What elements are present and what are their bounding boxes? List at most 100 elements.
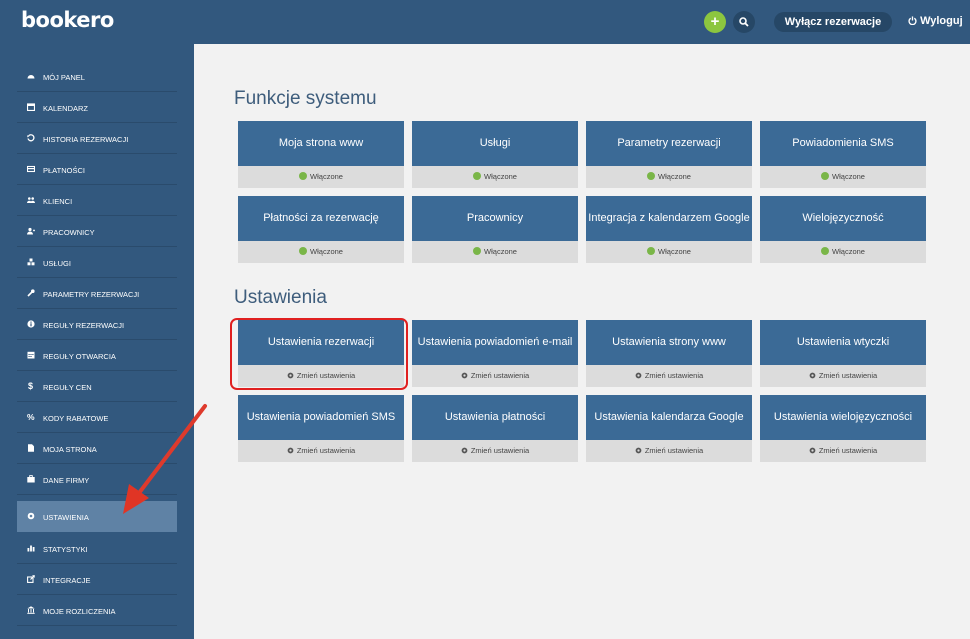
status-label: Włączone [658,172,691,181]
sidebar: Mój panel Kalendarz Historia rezerwacji … [0,44,194,639]
briefcase-icon [27,475,35,483]
settings-tile[interactable]: Ustawienia powiadomień SMS Zmień ustawie… [238,395,404,462]
sidebar-item-label: Statystyki [43,545,88,554]
tile-title: Ustawienia powiadomień e-mail [412,320,578,365]
highlight-box [230,318,408,390]
tile-title: Moja strona www [238,121,404,166]
sidebar-item-label: Integracje [43,576,91,585]
action-label: Zmień ustawienia [470,446,530,455]
sidebar-item-employees[interactable]: Pracownicy [17,216,177,247]
sidebar-item-label: Moja strona [43,445,97,454]
cubes-icon [27,258,35,266]
bar-chart-icon [27,545,35,552]
sidebar-item-label: Parametry rezerwacji [43,290,140,299]
sidebar-item-booking-history[interactable]: Historia rezerwacji [17,123,177,154]
tile-status: Włączone [760,241,926,263]
sidebar-item-opening-rules[interactable]: Reguły otwarcia [17,340,177,371]
sidebar-item-calendar[interactable]: Kalendarz [17,92,177,123]
calendar-icon [27,103,35,111]
status-label: Włączone [832,247,865,256]
function-tile[interactable]: Powiadomienia SMS Włączone [760,121,926,188]
tile-action: Zmień ustawienia [238,440,404,462]
action-label: Zmień ustawienia [470,371,530,380]
sidebar-item-label: Dane firmy [43,476,90,485]
settings-tile[interactable]: Ustawienia kalendarza Google Zmień ustaw… [586,395,752,462]
settings-tile[interactable]: Ustawienia wielojęzyczności Zmień ustawi… [760,395,926,462]
history-icon [27,134,35,142]
function-tile[interactable]: Wielojęzyczność Włączone [760,196,926,263]
search-icon [739,17,749,27]
sidebar-item-label: Moje rozliczenia [43,607,116,616]
section-title-settings: Ustawienia [234,287,327,308]
sidebar-item-label: Historia rezerwacji [43,135,129,144]
external-link-icon [27,575,35,583]
function-tile[interactable]: Pracownicy Włączone [412,196,578,263]
user-plus-icon [27,227,35,235]
users-icon [27,197,35,203]
sidebar-item-label: Płatności [43,166,85,175]
function-tile[interactable]: Integracja z kalendarzem Google Włączone [586,196,752,263]
sidebar-item-company-data[interactable]: Dane firmy [17,464,177,495]
function-tile[interactable]: Płatności za rezerwację Włączone [238,196,404,263]
gear-icon [461,447,468,454]
add-button[interactable]: + [704,11,726,33]
sidebar-item-services[interactable]: Usługi [17,247,177,278]
tile-title: Ustawienia płatności [412,395,578,440]
sidebar-item-my-page[interactable]: Moja strona [17,433,177,464]
tile-status: Włączone [238,166,404,188]
search-button[interactable] [733,11,755,33]
tile-action: Zmień ustawienia [412,365,578,387]
sidebar-item-integrations[interactable]: Integracje [17,564,177,595]
sidebar-item-statistics[interactable]: Statystyki [17,533,177,564]
sidebar-item-booking-parameters[interactable]: Parametry rezerwacji [17,278,177,309]
logout-label: Wyloguj [920,15,963,27]
sidebar-item-settings[interactable]: Ustawienia [17,501,177,532]
logo[interactable]: bookero [21,8,114,32]
sidebar-item-booking-rules[interactable]: Reguły rezerwacji [17,309,177,340]
tile-status: Włączone [586,166,752,188]
sidebar-item-my-billing[interactable]: Moje rozliczenia [17,595,177,626]
sidebar-item-label: Kalendarz [43,104,89,113]
sidebar-item-my-panel[interactable]: Mój panel [17,61,177,92]
sidebar-item-label: Reguły otwarcia [43,352,116,361]
action-label: Zmień ustawienia [644,371,704,380]
tile-title: Powiadomienia SMS [760,121,926,166]
tile-status: Włączone [238,241,404,263]
file-icon [28,444,34,452]
disable-bookings-button[interactable]: Wyłącz rezerwacje [774,12,892,32]
status-label: Włączone [484,247,517,256]
gear-icon [809,372,816,379]
tile-action: Zmień ustawienia [760,440,926,462]
sidebar-item-price-rules[interactable]: $ Reguły cen [17,371,177,402]
status-dot-icon [821,247,830,255]
sidebar-item-label: Klienci [43,197,73,206]
status-dot-icon [473,247,482,255]
tile-title: Integracja z kalendarzem Google [586,196,752,241]
settings-tile[interactable]: Ustawienia strony www Zmień ustawienia [586,320,752,387]
sidebar-item-payments[interactable]: Płatności [17,154,177,185]
tile-action: Zmień ustawienia [586,365,752,387]
gear-icon [635,447,642,454]
status-label: Włączone [658,247,691,256]
function-tile[interactable]: Parametry rezerwacji Włączone [586,121,752,188]
sidebar-item-discount-codes[interactable]: % Kody rabatowe [17,402,177,433]
gear-icon [287,447,294,454]
sidebar-item-clients[interactable]: Klienci [17,185,177,216]
settings-tile[interactable]: Ustawienia wtyczki Zmień ustawienia [760,320,926,387]
tile-title: Ustawienia wielojęzyczności [760,395,926,440]
tile-title: Ustawienia wtyczki [760,320,926,365]
function-tile[interactable]: Usługi Włączone [412,121,578,188]
dashboard-icon [27,75,35,79]
settings-tile[interactable]: Ustawienia płatności Zmień ustawienia [412,395,578,462]
logout-button[interactable]: Wyloguj [908,15,963,27]
top-bar: bookero + Wyłącz rezerwacje Wyloguj [0,0,970,44]
sidebar-item-label: Reguły rezerwacji [43,321,125,330]
tile-title: Pracownicy [412,196,578,241]
function-tile[interactable]: Moja strona www Włączone [238,121,404,188]
dollar-icon: $ [28,381,34,391]
tile-status: Włączone [760,166,926,188]
status-dot-icon [473,172,482,180]
status-label: Włączone [832,172,865,181]
settings-tile[interactable]: Ustawienia powiadomień e-mail Zmień usta… [412,320,578,387]
tile-action: Zmień ustawienia [586,440,752,462]
